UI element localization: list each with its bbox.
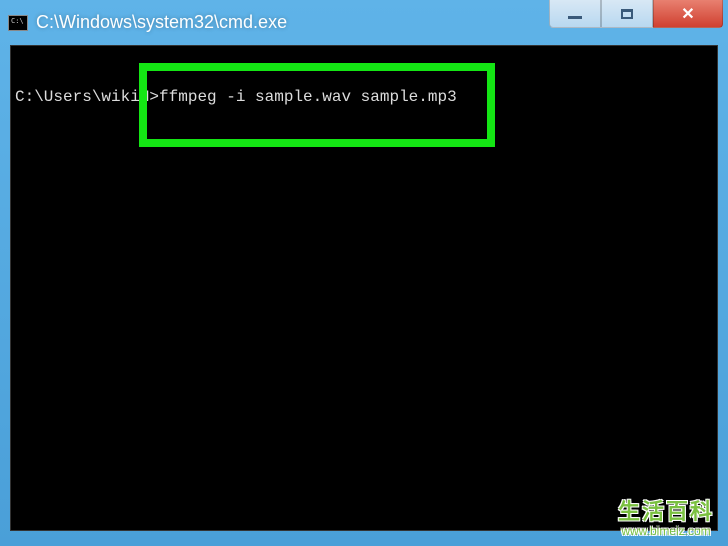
cmd-window: C:\ C:\Windows\system32\cmd.exe ✕ C:\Use… — [0, 0, 728, 546]
cmd-icon-text: C:\ — [11, 18, 24, 25]
window-controls: ✕ — [549, 0, 723, 28]
watermark-title: 生活百科 — [618, 494, 714, 526]
titlebar[interactable]: C:\ C:\Windows\system32\cmd.exe ✕ — [0, 0, 728, 45]
command-text: ffmpeg -i sample.wav sample.mp3 — [159, 88, 457, 106]
maximize-icon — [621, 9, 633, 19]
terminal-output[interactable]: C:\Users\wikiH>ffmpeg -i sample.wav samp… — [10, 45, 718, 531]
minimize-button[interactable] — [549, 0, 601, 28]
watermark: 生活百科 www.bimeiz.com — [618, 494, 714, 538]
close-button[interactable]: ✕ — [653, 0, 723, 28]
minimize-icon — [568, 16, 582, 19]
cmd-icon: C:\ — [8, 15, 28, 31]
watermark-url: www.bimeiz.com — [618, 524, 714, 538]
window-title: C:\Windows\system32\cmd.exe — [36, 12, 287, 33]
prompt-text: C:\Users\wikiH> — [15, 88, 159, 106]
maximize-button[interactable] — [601, 0, 653, 28]
command-line: C:\Users\wikiH>ffmpeg -i sample.wav samp… — [11, 86, 717, 108]
close-icon: ✕ — [681, 4, 694, 24]
